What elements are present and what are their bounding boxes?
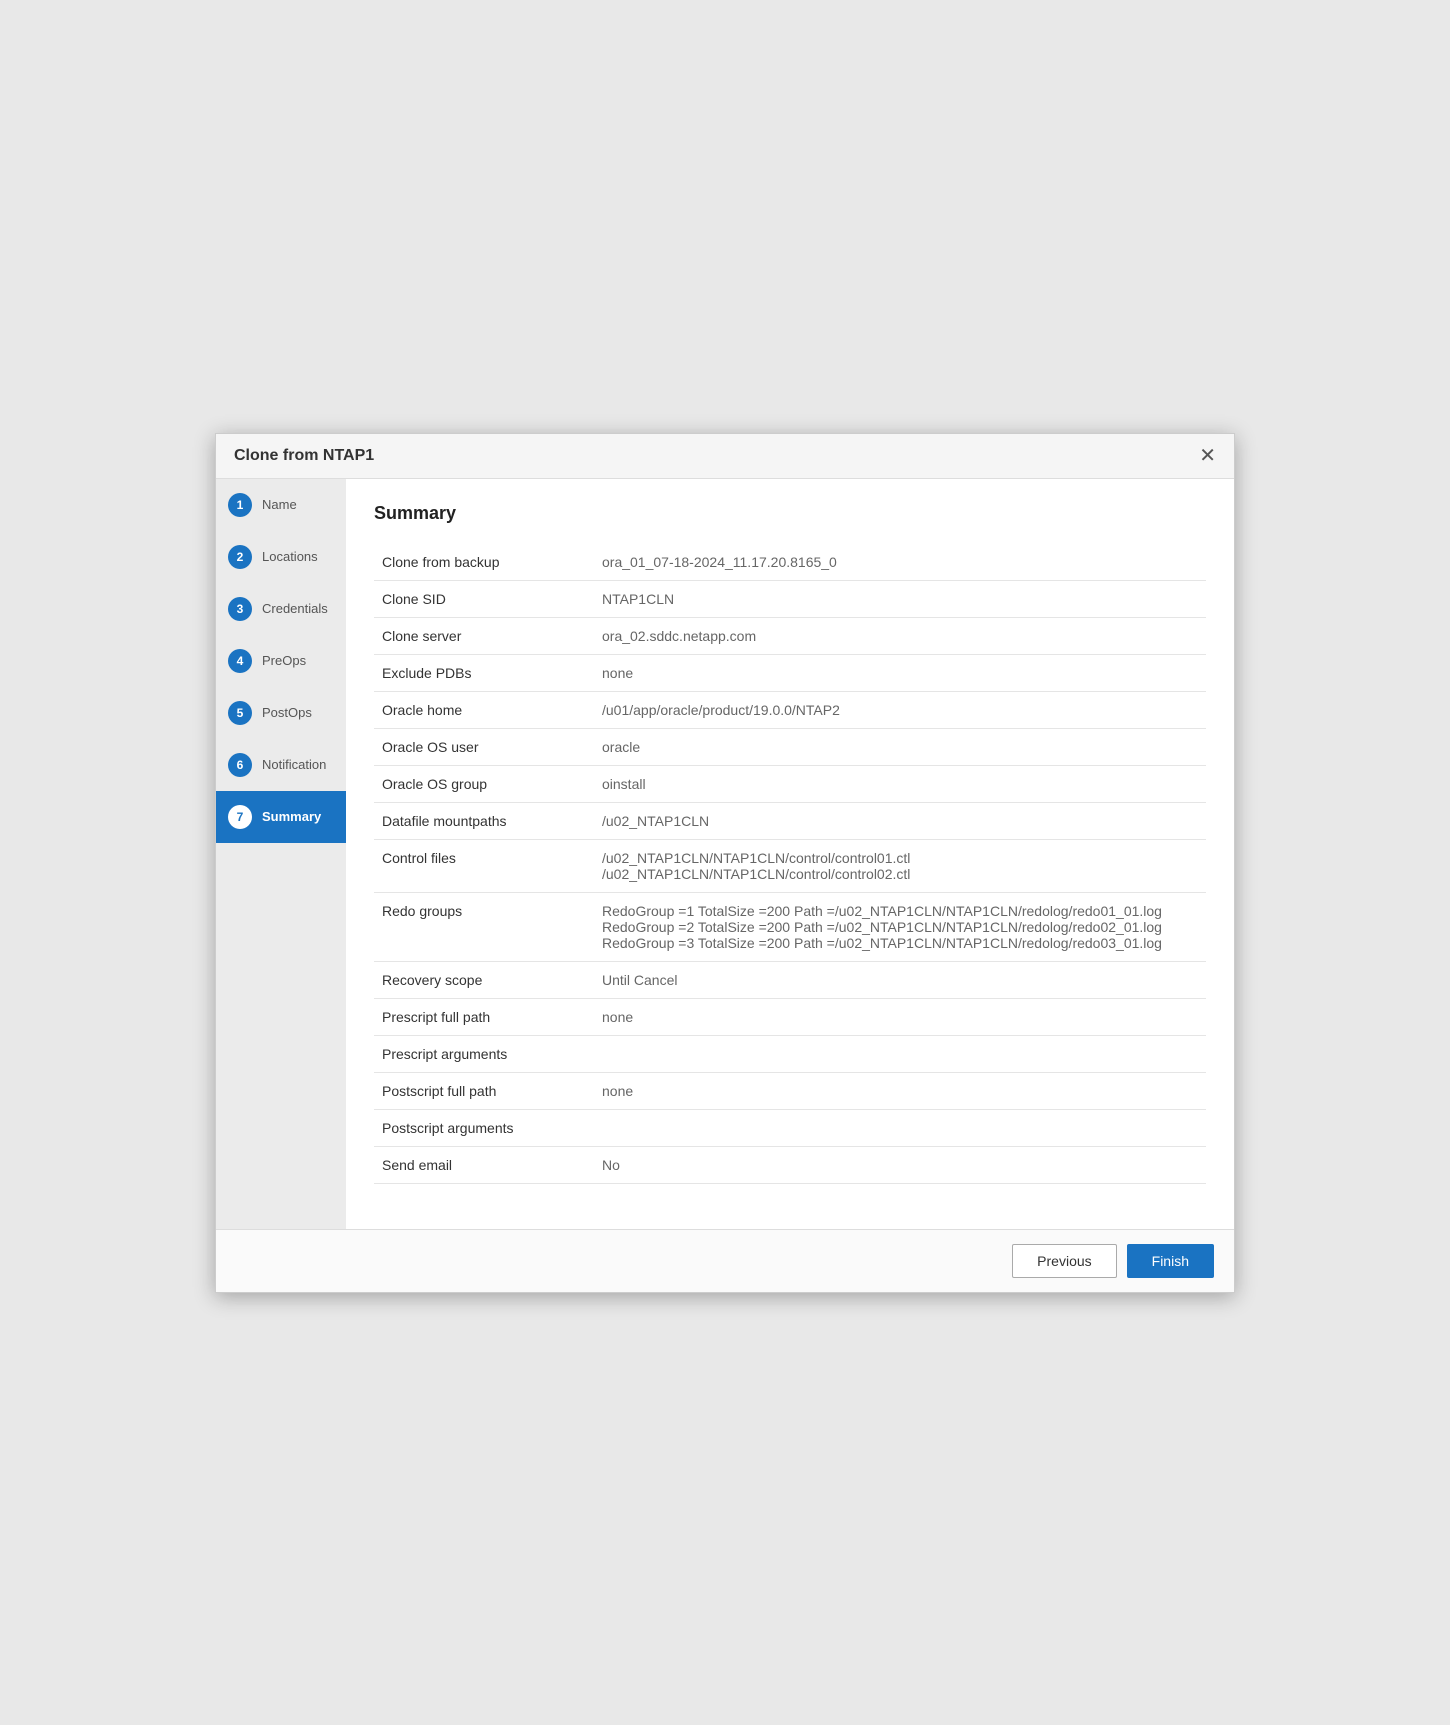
row-label: Clone SID — [374, 580, 594, 617]
table-row: Oracle OS useroracle — [374, 728, 1206, 765]
row-label: Redo groups — [374, 892, 594, 961]
sidebar-item-label: Notification — [262, 757, 326, 772]
row-label: Prescript arguments — [374, 1035, 594, 1072]
sidebar: 1 Name 2 Locations 3 Credentials 4 PreOps 5 PostO… — [216, 479, 346, 1229]
row-value: oinstall — [594, 765, 1206, 802]
row-value: No — [594, 1146, 1206, 1183]
sidebar-item-preops[interactable]: 4 PreOps — [216, 635, 346, 687]
row-value — [594, 1109, 1206, 1146]
modal-body: 1 Name 2 Locations 3 Credentials 4 PreOps 5 PostO… — [216, 479, 1234, 1229]
row-value: /u02_NTAP1CLN/NTAP1CLN/control/control01… — [594, 839, 1206, 892]
row-value: ora_01_07-18-2024_11.17.20.8165_0 — [594, 544, 1206, 581]
step-number: 2 — [228, 545, 252, 569]
modal-header: Clone from NTAP1 ✕ — [216, 434, 1234, 479]
table-row: Oracle home/u01/app/oracle/product/19.0.… — [374, 691, 1206, 728]
sidebar-item-label: PostOps — [262, 705, 312, 720]
row-label: Clone from backup — [374, 544, 594, 581]
row-value: NTAP1CLN — [594, 580, 1206, 617]
table-row: Redo groupsRedoGroup =1 TotalSize =200 P… — [374, 892, 1206, 961]
table-row: Exclude PDBsnone — [374, 654, 1206, 691]
row-value — [594, 1035, 1206, 1072]
row-label: Oracle OS group — [374, 765, 594, 802]
sidebar-item-credentials[interactable]: 3 Credentials — [216, 583, 346, 635]
row-value: RedoGroup =1 TotalSize =200 Path =/u02_N… — [594, 892, 1206, 961]
sidebar-item-label: Credentials — [262, 601, 328, 616]
row-label: Prescript full path — [374, 998, 594, 1035]
sidebar-item-label: Summary — [262, 809, 321, 824]
sidebar-item-label: Name — [262, 497, 297, 512]
sidebar-item-locations[interactable]: 2 Locations — [216, 531, 346, 583]
close-button[interactable]: ✕ — [1199, 446, 1216, 466]
row-label: Clone server — [374, 617, 594, 654]
row-label: Control files — [374, 839, 594, 892]
clone-modal: Clone from NTAP1 ✕ 1 Name 2 Locations 3 Crede… — [215, 433, 1235, 1293]
row-label: Postscript full path — [374, 1072, 594, 1109]
row-value: none — [594, 654, 1206, 691]
content-area: Summary Clone from backupora_01_07-18-20… — [346, 479, 1234, 1229]
step-number: 6 — [228, 753, 252, 777]
sidebar-item-postops[interactable]: 5 PostOps — [216, 687, 346, 739]
step-number: 3 — [228, 597, 252, 621]
table-row: Recovery scopeUntil Cancel — [374, 961, 1206, 998]
row-value: ora_02.sddc.netapp.com — [594, 617, 1206, 654]
previous-button[interactable]: Previous — [1012, 1244, 1116, 1278]
step-number: 1 — [228, 493, 252, 517]
table-row: Send emailNo — [374, 1146, 1206, 1183]
row-value: /u02_NTAP1CLN — [594, 802, 1206, 839]
table-row: Postscript full pathnone — [374, 1072, 1206, 1109]
table-row: Datafile mountpaths/u02_NTAP1CLN — [374, 802, 1206, 839]
row-label: Recovery scope — [374, 961, 594, 998]
content-title: Summary — [374, 503, 1206, 524]
sidebar-item-label: Locations — [262, 549, 318, 564]
table-row: Prescript arguments — [374, 1035, 1206, 1072]
sidebar-item-label: PreOps — [262, 653, 306, 668]
row-value: none — [594, 1072, 1206, 1109]
step-number: 4 — [228, 649, 252, 673]
row-label: Postscript arguments — [374, 1109, 594, 1146]
table-row: Clone SIDNTAP1CLN — [374, 580, 1206, 617]
sidebar-item-summary[interactable]: 7 Summary — [216, 791, 346, 843]
table-row: Control files/u02_NTAP1CLN/NTAP1CLN/cont… — [374, 839, 1206, 892]
row-label: Oracle home — [374, 691, 594, 728]
summary-table: Clone from backupora_01_07-18-2024_11.17… — [374, 544, 1206, 1184]
table-row: Clone serverora_02.sddc.netapp.com — [374, 617, 1206, 654]
step-number: 7 — [228, 805, 252, 829]
sidebar-item-name[interactable]: 1 Name — [216, 479, 346, 531]
row-value: Until Cancel — [594, 961, 1206, 998]
table-row: Clone from backupora_01_07-18-2024_11.17… — [374, 544, 1206, 581]
row-label: Send email — [374, 1146, 594, 1183]
row-label: Oracle OS user — [374, 728, 594, 765]
modal-title: Clone from NTAP1 — [234, 447, 374, 465]
row-label: Exclude PDBs — [374, 654, 594, 691]
modal-footer: Previous Finish — [216, 1229, 1234, 1292]
sidebar-item-notification[interactable]: 6 Notification — [216, 739, 346, 791]
table-row: Postscript arguments — [374, 1109, 1206, 1146]
table-row: Prescript full pathnone — [374, 998, 1206, 1035]
step-number: 5 — [228, 701, 252, 725]
row-value: oracle — [594, 728, 1206, 765]
table-row: Oracle OS groupoinstall — [374, 765, 1206, 802]
row-value: /u01/app/oracle/product/19.0.0/NTAP2 — [594, 691, 1206, 728]
row-label: Datafile mountpaths — [374, 802, 594, 839]
finish-button[interactable]: Finish — [1127, 1244, 1214, 1278]
row-value: none — [594, 998, 1206, 1035]
